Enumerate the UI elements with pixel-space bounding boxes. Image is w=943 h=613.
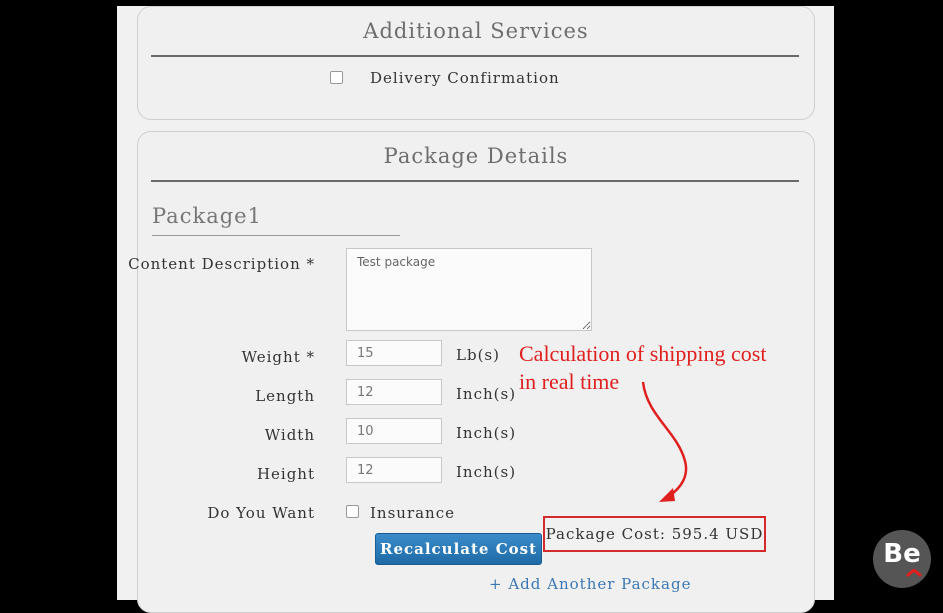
annotation-line-2: in real time <box>519 369 620 394</box>
width-input[interactable] <box>346 418 442 444</box>
recalculate-cost-button[interactable]: Recalculate Cost <box>375 533 542 565</box>
package-details-divider <box>151 180 799 182</box>
do-you-want-label: Do You Want <box>207 504 315 522</box>
annotation-line-1: Calculation of shipping cost <box>519 341 767 366</box>
package-heading-underline <box>152 235 400 236</box>
package-heading: Package1 <box>152 204 262 228</box>
additional-services-panel: Additional Services Delivery Confirmatio… <box>137 6 815 120</box>
weight-label: Weight * <box>241 348 315 366</box>
delivery-confirmation-label: Delivery Confirmation <box>370 69 560 87</box>
page-content: Additional Services Delivery Confirmatio… <box>117 6 834 613</box>
weight-input[interactable] <box>346 340 442 366</box>
insurance-label: Insurance <box>370 504 455 522</box>
width-unit: Inch(s) <box>456 424 517 442</box>
length-label: Length <box>255 387 315 405</box>
logo-chevron-icon <box>906 569 922 577</box>
weight-unit: Lb(s) <box>456 346 500 364</box>
width-label: Width <box>264 426 315 444</box>
length-unit: Inch(s) <box>456 385 517 403</box>
delivery-confirmation-checkbox[interactable] <box>330 71 343 84</box>
height-unit: Inch(s) <box>456 463 517 481</box>
additional-services-title: Additional Services <box>363 19 589 43</box>
content-description-label: Content Description * <box>128 255 315 273</box>
package-details-title: Package Details <box>383 144 569 168</box>
content-description-textarea[interactable]: Test package <box>346 248 592 331</box>
add-another-package-link[interactable]: + Add Another Package <box>489 575 691 593</box>
height-input[interactable] <box>346 457 442 483</box>
additional-services-divider <box>151 55 799 57</box>
package-cost-box: Package Cost: 595.4 USD <box>543 516 766 552</box>
length-input[interactable] <box>346 379 442 405</box>
behance-logo: Be <box>873 530 931 588</box>
insurance-checkbox[interactable] <box>346 505 359 518</box>
logo-text: Be <box>883 539 921 569</box>
height-label: Height <box>256 465 315 483</box>
annotation-arrow-icon <box>641 381 688 502</box>
